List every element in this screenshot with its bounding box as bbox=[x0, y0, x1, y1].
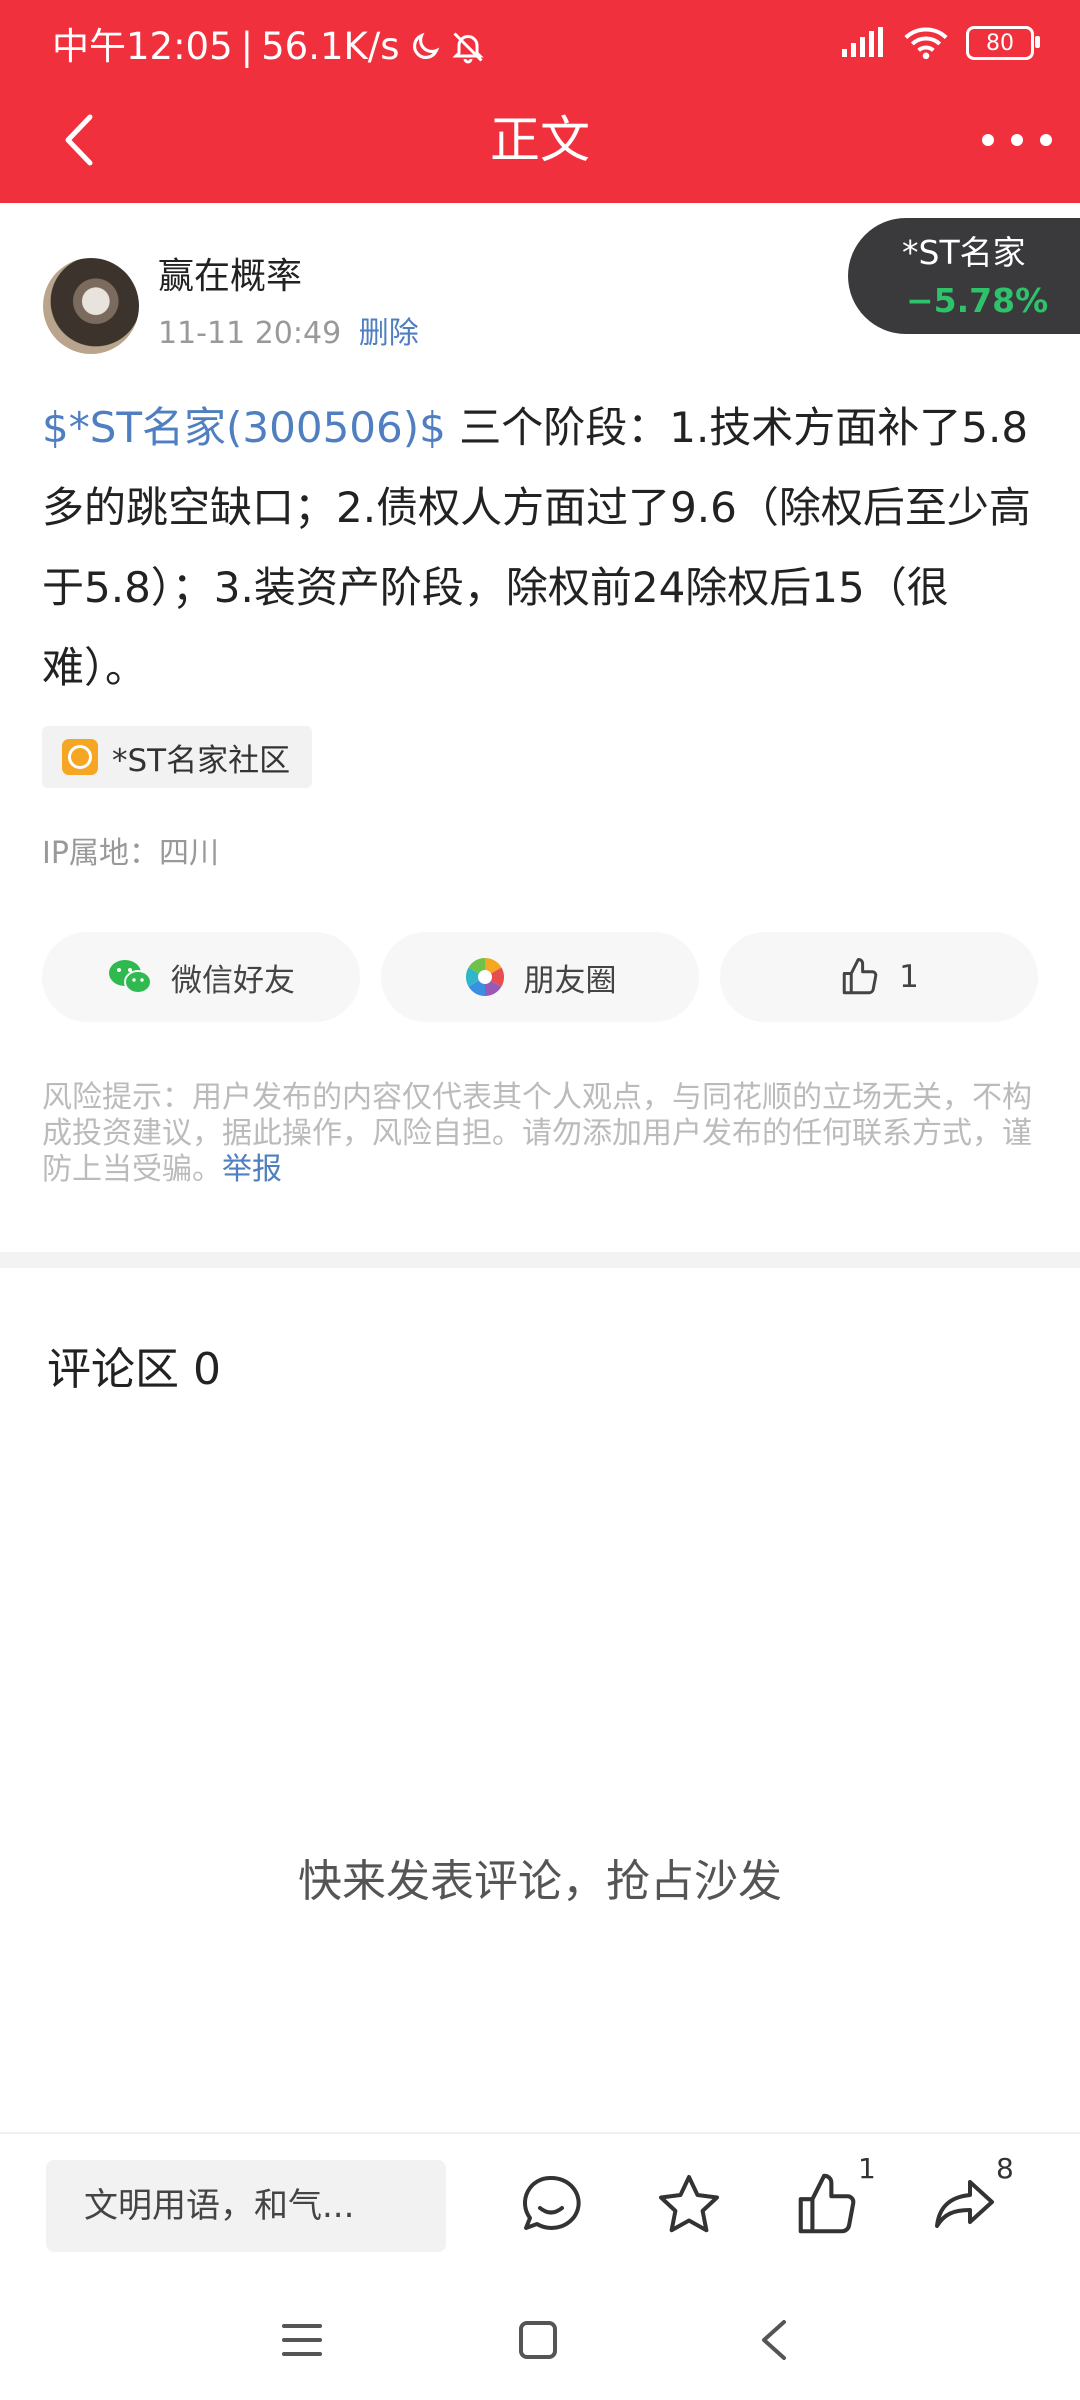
status-time: 中午12:05 bbox=[52, 25, 233, 68]
comments-empty-hint: 快来发表评论，抢占沙发 bbox=[298, 1856, 782, 1907]
app-header: 中午12:05 | 56.1K/s 80 正文 bbox=[0, 0, 1080, 203]
stock-badge[interactable]: *ST名家 −5.78% bbox=[848, 218, 1080, 334]
avatar[interactable] bbox=[43, 258, 139, 354]
status-net-speed: 56.1K/s bbox=[261, 25, 400, 68]
wechat-icon bbox=[109, 960, 152, 994]
favorite-button[interactable] bbox=[654, 2170, 724, 2240]
bottom-like-count: 1 bbox=[858, 2152, 876, 2185]
share-button[interactable] bbox=[930, 2170, 1000, 2240]
share-count: 8 bbox=[996, 2152, 1014, 2185]
wifi-icon bbox=[904, 27, 948, 60]
community-tag[interactable]: *ST名家社区 bbox=[42, 726, 313, 788]
moments-icon bbox=[465, 957, 504, 997]
battery-indicator: 80 bbox=[966, 26, 1040, 60]
thumbs-up-icon bbox=[798, 2173, 856, 2234]
thumbs-up-icon bbox=[842, 958, 878, 995]
section-divider bbox=[0, 1252, 1080, 1268]
page-title: 正文 bbox=[490, 111, 590, 169]
share-moments-button[interactable]: 朋友圈 bbox=[381, 932, 699, 1022]
moon-icon bbox=[412, 32, 439, 59]
stock-link[interactable]: $*ST名家(300506)$ bbox=[42, 403, 446, 452]
more-dot-icon bbox=[1040, 134, 1052, 146]
menu-icon[interactable] bbox=[282, 2322, 322, 2358]
comment-button[interactable] bbox=[516, 2170, 586, 2240]
status-separator: | bbox=[240, 25, 254, 68]
post-content: $*ST名家(300506)$ 三个阶段：1.技术方面补了5.8多的跳空缺口；2… bbox=[42, 388, 1042, 708]
community-tag-label: *ST名家社区 bbox=[112, 742, 291, 779]
report-link[interactable]: 举报 bbox=[222, 1152, 282, 1187]
post-timestamp: 11-11 20:49 bbox=[158, 316, 342, 351]
more-dot-icon bbox=[1011, 134, 1023, 146]
comment-input[interactable]: 文明用语，和气... bbox=[46, 2160, 446, 2252]
bottom-action-bar: 文明用语，和气... 1 8 bbox=[0, 2132, 1080, 2284]
author-meta: 11-11 20:49 删除 bbox=[158, 312, 419, 356]
community-icon bbox=[62, 739, 98, 775]
author-name[interactable]: 赢在概率 bbox=[158, 252, 302, 302]
home-icon[interactable] bbox=[518, 2320, 558, 2360]
share-arrow-icon bbox=[935, 2180, 994, 2228]
share-wechat-label: 微信好友 bbox=[171, 962, 295, 999]
risk-notice: 风险提示：用户发布的内容仅代表其个人观点，与同花顺的立场无关，不构成投资建议，据… bbox=[42, 1080, 1042, 1188]
system-nav-bar bbox=[0, 2282, 1080, 2400]
status-left: 中午12:05 | 56.1K/s bbox=[52, 22, 486, 72]
like-count: 1 bbox=[899, 959, 919, 995]
like-button[interactable]: 1 bbox=[720, 932, 1038, 1022]
ip-location: IP属地：四川 bbox=[42, 836, 219, 871]
delete-link[interactable]: 删除 bbox=[359, 316, 419, 351]
battery-level: 80 bbox=[986, 30, 1014, 56]
comment-icon bbox=[522, 2175, 581, 2230]
bottom-like-button[interactable] bbox=[792, 2170, 862, 2240]
status-right: 80 bbox=[840, 26, 1040, 60]
stock-badge-name: *ST名家 bbox=[902, 233, 1026, 272]
stock-badge-change: −5.78% bbox=[906, 281, 1049, 320]
signal-icon bbox=[842, 27, 883, 57]
more-dot-icon bbox=[982, 134, 994, 146]
share-wechat-button[interactable]: 微信好友 bbox=[42, 932, 360, 1022]
mute-bell-icon bbox=[451, 32, 484, 64]
comments-title: 评论区 0 bbox=[47, 1344, 221, 1395]
more-button[interactable] bbox=[982, 120, 1052, 160]
share-moments-label: 朋友圈 bbox=[523, 962, 617, 999]
status-bar: 中午12:05 | 56.1K/s 80 bbox=[0, 0, 1080, 92]
star-icon bbox=[659, 2175, 719, 2233]
risk-text: 风险提示：用户发布的内容仅代表其个人观点，与同花顺的立场无关，不构成投资建议，据… bbox=[42, 1080, 1032, 1187]
back-nav-icon[interactable] bbox=[756, 2318, 792, 2362]
